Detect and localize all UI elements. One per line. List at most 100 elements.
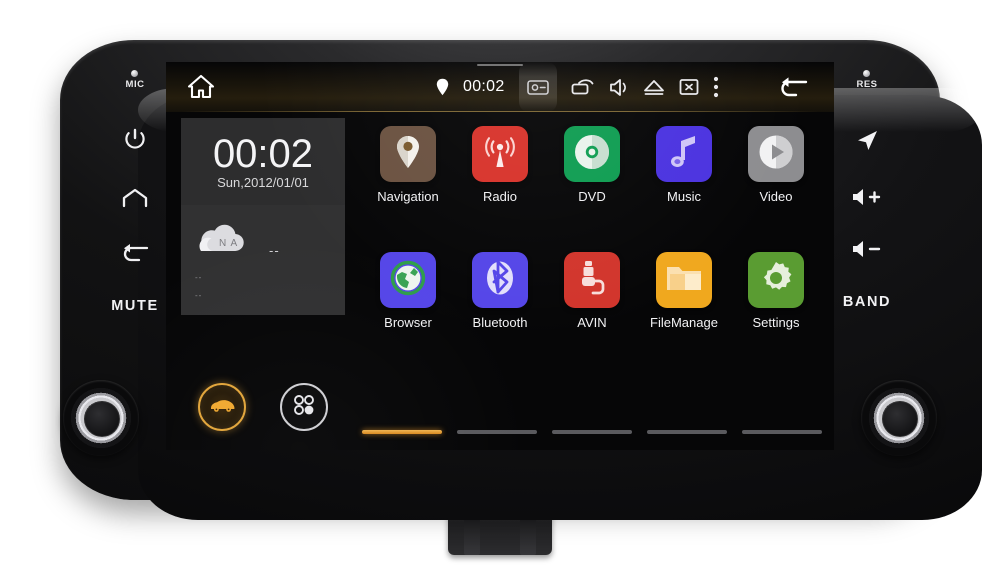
- res-indicator: RES: [856, 70, 877, 90]
- radio-waves-icon: [481, 134, 519, 175]
- res-led-icon: [863, 70, 871, 77]
- location-pin-icon[interactable]: [436, 78, 449, 96]
- page-dot-3[interactable]: [552, 430, 632, 434]
- app-filemanager[interactable]: FileManage: [640, 252, 728, 330]
- mic-led-icon: [131, 70, 139, 77]
- overflow-menu-icon[interactable]: [713, 76, 719, 98]
- page-dot-4[interactable]: [647, 430, 727, 434]
- eject-icon[interactable]: [643, 78, 665, 96]
- app-radio[interactable]: Radio: [456, 126, 544, 204]
- app-label: Video: [759, 189, 793, 204]
- app-label: DVD: [578, 189, 606, 204]
- home-icon: [120, 186, 150, 210]
- band-button[interactable]: BAND: [843, 294, 891, 310]
- page-dot-5[interactable]: [742, 430, 822, 434]
- mute-button[interactable]: MUTE: [111, 298, 158, 314]
- home-icon: [186, 74, 216, 104]
- volume-down-button[interactable]: [850, 238, 884, 260]
- clock-time: 00:02: [212, 131, 314, 176]
- back-button[interactable]: [119, 242, 151, 264]
- screen-off-icon[interactable]: [679, 78, 699, 96]
- status-clock: 00:02: [463, 78, 505, 95]
- home-button[interactable]: [120, 186, 150, 210]
- app-label: Radio: [483, 189, 517, 204]
- page-dot-2[interactable]: [457, 430, 537, 434]
- left-rotary-knob[interactable]: [63, 380, 139, 456]
- app-label: FileManage: [650, 315, 718, 330]
- navigation-button[interactable]: [854, 128, 880, 154]
- back-arrow-icon: [119, 242, 151, 264]
- right-button-column: RES BAND: [824, 70, 910, 310]
- app-tile: [656, 126, 712, 182]
- mic-indicator: MIC: [126, 70, 145, 90]
- volume-up-icon: [850, 186, 884, 208]
- status-center-group: 00:02: [436, 62, 719, 112]
- app-video[interactable]: Video: [732, 126, 820, 204]
- weather-temperature: --: [269, 243, 280, 258]
- widget-column: 00:02 Sun,2012/01/01 N A -- -- --: [181, 118, 345, 315]
- app-browser[interactable]: Browser: [364, 252, 452, 330]
- clock-widget[interactable]: 00:02 Sun,2012/01/01: [181, 118, 345, 205]
- volume-up-button[interactable]: [850, 186, 884, 208]
- app-label: Navigation: [377, 189, 439, 204]
- gear-icon: [757, 259, 795, 302]
- music-note-icon: [668, 133, 700, 176]
- volume-down-icon: [850, 238, 884, 260]
- res-label: RES: [856, 79, 878, 90]
- bluetooth-icon: [483, 258, 517, 303]
- screenshot-root: MIC MUTE RES BAND 00:02 00:02 Sun,2012/0…: [0, 0, 1000, 573]
- weather-condition: N A: [219, 238, 239, 249]
- app-tile: [564, 252, 620, 308]
- app-tile: [380, 252, 436, 308]
- weather-low2: --: [195, 291, 203, 300]
- map-pin-icon: [393, 134, 423, 175]
- folder-icon: [665, 262, 703, 299]
- app-bluetooth[interactable]: Bluetooth: [456, 252, 544, 330]
- app-tile: [656, 252, 712, 308]
- page-dot-1[interactable]: [362, 430, 442, 434]
- app-grid: Navigation Radio DVD Music Video Browser…: [362, 126, 822, 330]
- weather-widget[interactable]: N A -- -- --: [181, 205, 345, 315]
- app-dvd[interactable]: DVD: [548, 126, 636, 204]
- back-arrow-icon: [776, 77, 810, 103]
- power-icon: [122, 126, 148, 152]
- app-tile: [564, 126, 620, 182]
- av-plug-icon: [575, 258, 609, 303]
- widget-dock: [181, 377, 345, 437]
- navigation-arrow-icon: [854, 128, 880, 154]
- app-tile: [380, 126, 436, 182]
- play-circle-icon: [757, 133, 795, 176]
- app-tile: [472, 126, 528, 182]
- status-back-button[interactable]: [776, 75, 810, 104]
- page-indicator: [362, 430, 822, 434]
- app-music[interactable]: Music: [640, 126, 728, 204]
- volume-icon[interactable]: [609, 78, 629, 97]
- clock-date: Sun,2012/01/01: [217, 174, 309, 190]
- app-tile: [748, 126, 804, 182]
- app-navigation[interactable]: Navigation: [364, 126, 452, 204]
- app-label: Settings: [752, 315, 800, 330]
- app-label: Browser: [384, 315, 432, 330]
- status-home-button[interactable]: [186, 73, 216, 105]
- app-avin[interactable]: AVIN: [548, 252, 636, 330]
- disc-icon: [573, 133, 611, 176]
- app-label: Bluetooth: [472, 315, 528, 330]
- app-settings[interactable]: Settings: [732, 252, 820, 330]
- screenshot-icon[interactable]: [518, 62, 557, 112]
- car-icon: [209, 396, 236, 418]
- app-tile: [472, 252, 528, 308]
- car-mode-button[interactable]: [198, 383, 246, 431]
- app-label: AVIN: [577, 315, 607, 330]
- app-drawer-icon: [292, 393, 316, 422]
- globe-icon: [389, 259, 427, 302]
- app-label: Music: [667, 189, 701, 204]
- screen-rotate-icon[interactable]: [571, 78, 595, 96]
- all-apps-button[interactable]: [280, 383, 328, 431]
- weather-low: --: [195, 273, 203, 282]
- display-screen: 00:02 00:02 Sun,2012/01/01 N A -- -- -- …: [166, 62, 834, 450]
- status-bar: 00:02: [166, 62, 834, 112]
- app-tile: [748, 252, 804, 308]
- right-rotary-knob[interactable]: [861, 380, 937, 456]
- power-button[interactable]: [122, 126, 148, 152]
- mic-label: MIC: [125, 79, 145, 90]
